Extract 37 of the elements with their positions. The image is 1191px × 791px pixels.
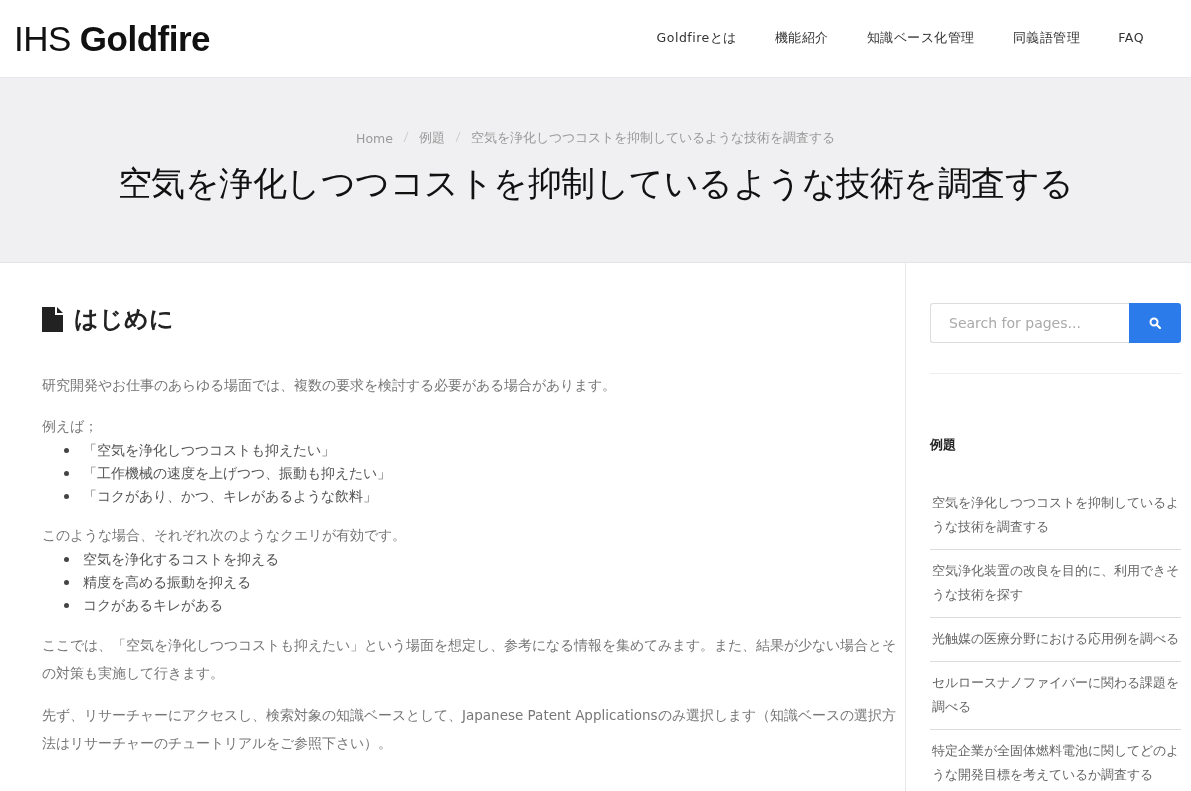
search-button[interactable] — [1129, 303, 1181, 343]
search-field[interactable]: Search for pages... — [930, 303, 1129, 343]
paragraph: このような場合、それぞれ次のようなクエリが有効です。 — [42, 526, 407, 545]
nav-link[interactable]: 機能紹介 — [755, 30, 848, 47]
sidebar-link[interactable]: 光触媒の医療分野における応用例を調べる — [930, 618, 1181, 662]
sidebar-link[interactable]: 空気を浄化しつつコストを抑制しているような技術を調査する — [930, 482, 1181, 550]
bullet — [64, 494, 69, 499]
bullet — [64, 580, 69, 585]
list-item: コクがあるキレがある — [83, 596, 223, 615]
list-item: 「工作機械の速度を上げつつ、振動も抑えたい」 — [83, 464, 391, 483]
search-icon — [1149, 317, 1161, 329]
bullet — [64, 471, 69, 476]
sidebar-link[interactable]: 空気浄化装置の改良を目的に、利用できそうな技術を探す — [930, 550, 1181, 618]
logo-prefix: IHS — [14, 18, 71, 59]
list-item: 「空気を浄化しつつコストも抑えたい」 — [83, 441, 335, 460]
logo-name: Goldfire — [79, 18, 211, 59]
section-heading: はじめに — [74, 304, 174, 335]
paragraph: 先ず、リサーチャーにアクセスし、検索対象の知識ベースとして、Japanese Patent Applicationsのみ選択します（知識ベースの選択方法はリサーチャーのチュートリアルをご参照下さい）。 — [42, 706, 897, 753]
bullet — [64, 557, 69, 562]
paragraph: 例えば； — [42, 417, 99, 436]
breadcrumb-current: 空気を浄化しつつコストを抑制しているような技術を調査する — [470, 130, 835, 147]
bullet — [64, 448, 69, 453]
sidebar-link[interactable]: セルロースナノファイバーに関わる課題を調べる — [930, 662, 1181, 730]
sidebar-link[interactable]: 特定企業が全固体燃料電池に関してどのような開発目標を考えているか調査する — [930, 730, 1181, 791]
paragraph: 研究開発やお仕事のあらゆる場面では、複数の要求を検討する必要がある場合があります。 — [42, 376, 617, 395]
paragraph: ここでは、「空気を浄化しつつコストも抑えたい」という場面を想定し、参考になる情報を集めてみます。また、結果が少ない場合とその対策も実施して行きます。 — [42, 636, 897, 683]
nav-link[interactable]: 知識ベース化管理 — [847, 30, 994, 47]
nav-link[interactable]: 同義語管理 — [993, 30, 1100, 47]
list-item: 空気を浄化するコストを抑える — [83, 550, 279, 569]
bullet — [64, 603, 69, 608]
nav-link[interactable]: FAQ — [1099, 30, 1163, 47]
nav-link[interactable]: Goldfireとは — [637, 30, 756, 47]
sidebar-heading: 例題 — [930, 436, 957, 454]
list-item: 「コクがあり、かつ、キレがあるような飲料」 — [83, 487, 377, 506]
page-title: 空気を浄化しつつコストを抑制しているような技術を調査する — [117, 162, 1074, 205]
list-item: 精度を高める振動を抑える — [83, 573, 251, 592]
document-icon — [42, 306, 63, 332]
